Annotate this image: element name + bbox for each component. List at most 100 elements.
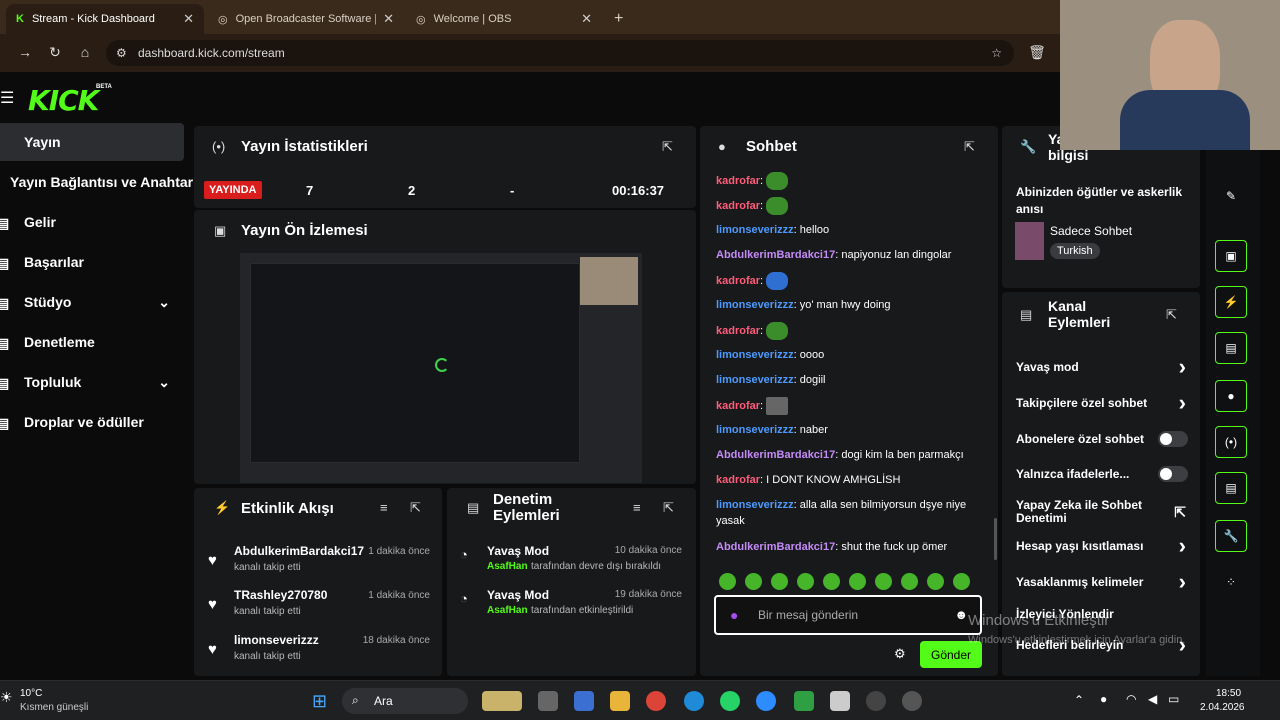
close-tab-icon[interactable]: ✕ bbox=[383, 11, 394, 27]
channel-action-item[interactable]: Hesap yaşı kısıtlaması › bbox=[1016, 533, 1190, 558]
chat-username[interactable]: kadrofar bbox=[716, 275, 760, 287]
zoom-icon[interactable] bbox=[756, 691, 776, 711]
bookmark-star-icon[interactable]: ☆ bbox=[991, 46, 1002, 60]
chevron-up-icon[interactable]: ⌃ bbox=[1074, 693, 1084, 707]
emote-quick-bar[interactable] bbox=[719, 573, 989, 591]
chat-scrollbar[interactable] bbox=[994, 518, 997, 560]
weather-temp[interactable]: 10°C bbox=[20, 688, 42, 699]
widget-icon[interactable] bbox=[482, 691, 522, 711]
edge-icon[interactable] bbox=[684, 691, 704, 711]
filter-icon[interactable]: ≡ bbox=[380, 500, 388, 515]
clock-time[interactable]: 18:50 bbox=[1216, 688, 1241, 699]
tab-obs-welcome[interactable]: ◎ Welcome | OBS ✕ bbox=[406, 4, 602, 34]
kick-logo[interactable]: KICK bbox=[28, 84, 99, 117]
channel-action-item[interactable]: Takipçilere özel sohbet › bbox=[1016, 390, 1190, 415]
reload-icon[interactable]: ↻ bbox=[46, 44, 64, 61]
new-tab-button[interactable]: + bbox=[604, 4, 634, 34]
tab-obs-site[interactable]: ◎ Open Broadcaster Software | OB ✕ bbox=[208, 4, 404, 34]
popout-icon[interactable]: ⇱ bbox=[663, 500, 674, 516]
obs-icon[interactable] bbox=[866, 691, 886, 711]
wrench-icon[interactable]: 🔧 bbox=[1215, 520, 1247, 552]
menu-icon[interactable]: ☰ bbox=[0, 88, 14, 108]
chat-username[interactable]: AbdulkerimBardakci17 bbox=[716, 249, 835, 261]
emote-icon[interactable] bbox=[797, 573, 814, 590]
volume-icon[interactable]: ◀ bbox=[1148, 692, 1157, 706]
task-view-icon[interactable] bbox=[538, 691, 558, 711]
chat-username[interactable]: kadrofar bbox=[716, 200, 760, 212]
document-icon[interactable]: ▤ bbox=[1215, 332, 1247, 364]
chat-bubble-icon[interactable]: ● bbox=[1215, 380, 1247, 412]
sidebar-item-studyo[interactable]: ▤ Stüdyo ⌄ bbox=[0, 283, 184, 321]
xbox-icon[interactable] bbox=[794, 691, 814, 711]
chat-username[interactable]: AbdulkerimBardakci17 bbox=[716, 449, 835, 461]
apps-icon[interactable]: ⁘ bbox=[1215, 566, 1247, 598]
sidebar-item-basarilar[interactable]: ▤ Başarılar bbox=[0, 243, 184, 281]
moderation-item-user[interactable]: AsafHan bbox=[487, 605, 528, 616]
screen-capture-icon[interactable]: ▣ bbox=[1215, 240, 1247, 272]
channel-action-item[interactable]: Yalnızca ifadelerle... bbox=[1016, 463, 1190, 485]
toggle-switch[interactable] bbox=[1158, 466, 1188, 482]
toggle-switch[interactable] bbox=[1158, 431, 1188, 447]
battery-icon[interactable]: ▭ bbox=[1168, 692, 1179, 706]
url-field[interactable]: ⚙ dashboard.kick.com/stream ☆ bbox=[106, 40, 1014, 66]
sidebar-item-yayin[interactable]: Yayın bbox=[0, 123, 184, 161]
chat-username[interactable]: kadrofar bbox=[716, 400, 760, 412]
app-icon[interactable] bbox=[830, 691, 850, 711]
home-icon[interactable]: ⌂ bbox=[76, 44, 94, 60]
delete-icon[interactable]: 🗑 bbox=[1028, 44, 1046, 61]
popout-icon[interactable]: ⇱ bbox=[964, 139, 975, 155]
close-tab-icon[interactable]: ✕ bbox=[183, 11, 194, 27]
forward-icon[interactable]: → bbox=[16, 44, 34, 60]
emote-icon[interactable] bbox=[771, 573, 788, 590]
emoji-icon[interactable]: ☻ bbox=[954, 607, 968, 622]
chrome-icon[interactable] bbox=[646, 691, 666, 711]
chat-username[interactable]: limonseverizzz bbox=[716, 299, 794, 311]
settings-gear-icon[interactable]: ⚙ bbox=[894, 646, 906, 662]
chat-username[interactable]: limonseverizzz bbox=[716, 374, 794, 386]
lightning-icon[interactable]: ⚡ bbox=[1215, 286, 1247, 318]
filter-icon[interactable]: ≡ bbox=[633, 500, 641, 515]
popout-icon[interactable]: ⇱ bbox=[662, 139, 673, 155]
activity-user[interactable]: AbdulkerimBardakci17 bbox=[234, 544, 364, 558]
microphone-icon[interactable]: ● bbox=[730, 607, 738, 623]
windows-start-icon[interactable]: ⊞ bbox=[312, 691, 327, 712]
channel-action-item[interactable]: Abonelere özel sohbet bbox=[1016, 428, 1190, 450]
wifi-icon[interactable]: ◠ bbox=[1126, 692, 1136, 706]
broadcast-icon[interactable]: (•) bbox=[1215, 426, 1247, 458]
category-name[interactable]: Sadece Sohbet bbox=[1050, 224, 1132, 238]
microphone-icon[interactable]: ● bbox=[1100, 692, 1107, 706]
emote-icon[interactable] bbox=[875, 573, 892, 590]
channel-action-item[interactable]: Yavaş mod › bbox=[1016, 354, 1190, 379]
chat-username[interactable]: limonseverizzz bbox=[716, 499, 794, 511]
external-link-icon[interactable]: ⇱ bbox=[1174, 505, 1186, 519]
site-info-icon[interactable]: ⚙ bbox=[116, 46, 127, 60]
sidebar-item-gelir[interactable]: ▤ Gelir bbox=[0, 203, 184, 241]
chat-username[interactable]: limonseverizzz bbox=[716, 349, 794, 361]
sidebar-item-stream-key[interactable]: Yayın Bağlantısı ve Anahtarı bbox=[0, 163, 197, 201]
emote-icon[interactable] bbox=[953, 573, 970, 590]
chat-input-box[interactable]: ● Bir mesaj gönderin ☻ bbox=[714, 595, 982, 635]
store-icon[interactable] bbox=[574, 691, 594, 711]
chat-username[interactable]: kadrofar bbox=[716, 325, 760, 337]
emote-icon[interactable] bbox=[849, 573, 866, 590]
tab-stream[interactable]: K Stream - Kick Dashboard ✕ bbox=[6, 4, 204, 34]
emote-icon[interactable] bbox=[823, 573, 840, 590]
edit-pencil-icon[interactable]: ✎ bbox=[1215, 180, 1247, 212]
channel-action-item[interactable]: Yasaklanmış kelimeler › bbox=[1016, 569, 1190, 594]
emote-icon[interactable] bbox=[927, 573, 944, 590]
chat-username[interactable]: limonseverizzz bbox=[716, 224, 794, 236]
activity-user[interactable]: limonseverizzz bbox=[234, 633, 319, 647]
whatsapp-icon[interactable] bbox=[720, 691, 740, 711]
emote-icon[interactable] bbox=[719, 573, 736, 590]
sidebar-item-denetleme[interactable]: ▤ Denetleme bbox=[0, 323, 184, 361]
stream-preview-video[interactable] bbox=[240, 253, 642, 483]
chat-username[interactable]: kadrofar bbox=[716, 175, 760, 187]
emote-icon[interactable] bbox=[745, 573, 762, 590]
activity-user[interactable]: TRashley270780 bbox=[234, 588, 327, 602]
emote-icon[interactable] bbox=[901, 573, 918, 590]
chevron-down-icon[interactable]: ⌄ bbox=[158, 294, 170, 311]
popout-icon[interactable]: ⇱ bbox=[1166, 307, 1177, 323]
popout-icon[interactable]: ⇱ bbox=[410, 500, 421, 516]
taskbar-search[interactable]: ⌕ Ara bbox=[342, 688, 468, 714]
close-tab-icon[interactable]: ✕ bbox=[581, 11, 592, 27]
